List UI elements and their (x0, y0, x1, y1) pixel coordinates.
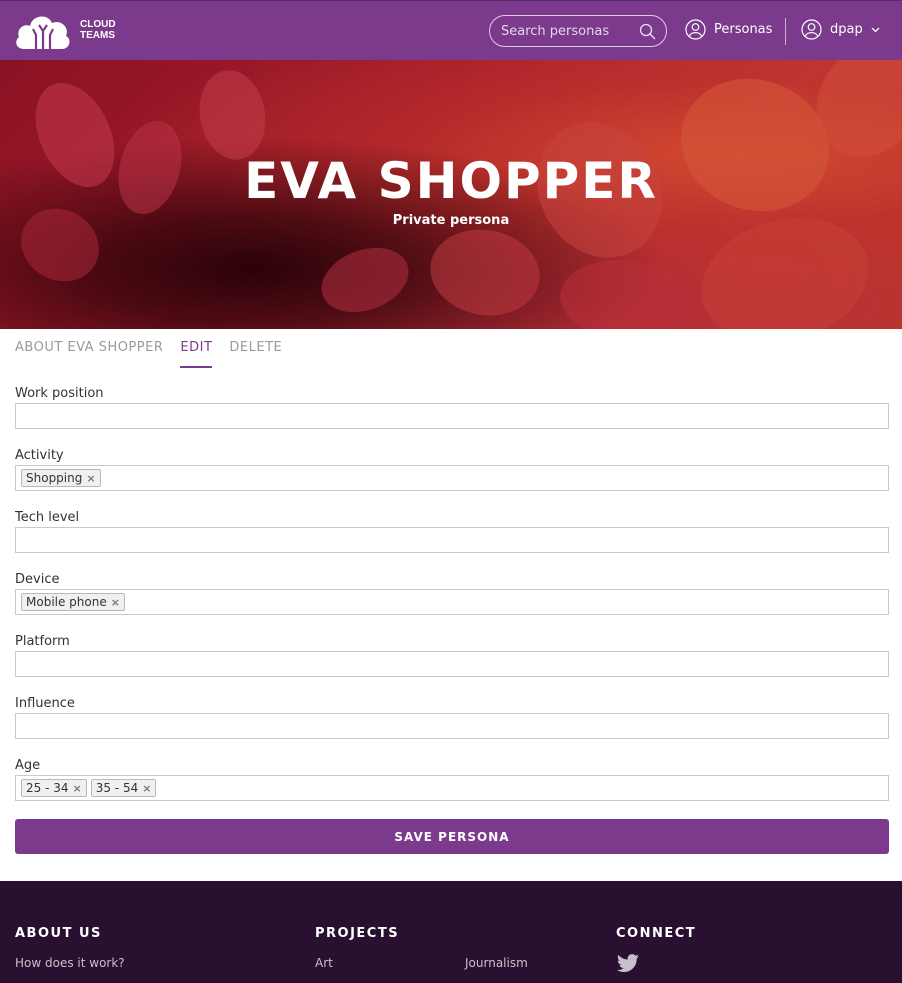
user-name: dpap (830, 22, 863, 37)
footer-how-it-works-link[interactable]: How does it work? (15, 956, 125, 970)
nav-personas-label: Personas (714, 22, 773, 37)
footer: ABOUT US How does it work? PROJECTS Art … (0, 881, 902, 983)
chevron-down-icon (871, 27, 880, 32)
remove-tag-icon[interactable]: × (86, 472, 95, 485)
work-position-label: Work position (15, 386, 104, 401)
save-persona-button[interactable]: SAVE PERSONA (15, 819, 889, 854)
hero-petal (423, 221, 547, 324)
tag-label: 35 - 54 (95, 781, 139, 795)
activity-label: Activity (15, 448, 64, 463)
age-tag: 35 - 54 × (90, 779, 157, 797)
age-field[interactable]: 25 - 34 × 35 - 54 × (15, 775, 889, 801)
footer-projects-heading: PROJECTS (315, 926, 400, 941)
logo-text-line1: CLOUD (80, 19, 116, 30)
influence-label: Influence (15, 696, 75, 711)
footer-project-journalism-link[interactable]: Journalism (465, 956, 528, 970)
persona-visibility: Private persona (392, 213, 510, 228)
activity-tag: Shopping × (21, 469, 101, 487)
tag-label: Shopping (26, 471, 83, 485)
device-label: Device (15, 572, 60, 587)
tab-edit[interactable]: EDIT (180, 340, 213, 368)
hero-petal (312, 236, 418, 324)
footer-about-heading: ABOUT US (15, 926, 102, 941)
search-box[interactable] (489, 15, 667, 47)
hero-petal (192, 65, 273, 165)
user-menu[interactable]: dpap (801, 19, 888, 40)
tech-level-field[interactable] (15, 527, 889, 553)
tech-level-label: Tech level (15, 510, 80, 525)
device-field[interactable]: Mobile phone × (15, 589, 889, 615)
remove-tag-icon[interactable]: × (142, 782, 151, 795)
remove-tag-icon[interactable]: × (111, 596, 120, 609)
logo-text[interactable]: CLOUD TEAMS (80, 19, 116, 41)
age-label: Age (15, 758, 41, 773)
tab-delete[interactable]: DELETE (229, 340, 282, 368)
cloud-teams-logo-icon[interactable] (14, 9, 74, 53)
device-tag: Mobile phone × (21, 593, 125, 611)
hero-banner: EVA SHOPPER Private persona (0, 60, 902, 329)
logo-text-line2: TEAMS (80, 30, 115, 41)
work-position-field[interactable] (15, 403, 889, 429)
remove-tag-icon[interactable]: × (73, 782, 82, 795)
search-input[interactable] (501, 23, 631, 39)
persona-tabs: ABOUT EVA SHOPPER EDIT DELETE (15, 340, 299, 368)
user-circle-icon (685, 19, 706, 40)
search-icon[interactable] (639, 23, 656, 40)
nav-personas-link[interactable]: Personas (685, 19, 772, 40)
footer-connect-heading: CONNECT (616, 926, 697, 941)
tag-label: 25 - 34 (26, 781, 69, 795)
nav-divider (785, 18, 786, 45)
hero-petal (556, 254, 694, 329)
tab-about[interactable]: ABOUT EVA SHOPPER (15, 340, 163, 368)
user-avatar-icon (801, 19, 822, 40)
persona-title: EVA SHOPPER (244, 152, 658, 210)
twitter-icon[interactable] (616, 954, 640, 974)
top-navbar: CLOUD TEAMS Personas dpap (0, 0, 902, 60)
footer-project-art-link[interactable]: Art (315, 956, 333, 970)
activity-field[interactable]: Shopping × (15, 465, 889, 491)
influence-field[interactable] (15, 713, 889, 739)
platform-field[interactable] (15, 651, 889, 677)
age-tag: 25 - 34 × (21, 779, 87, 797)
platform-label: Platform (15, 634, 70, 649)
tag-label: Mobile phone (26, 595, 107, 609)
